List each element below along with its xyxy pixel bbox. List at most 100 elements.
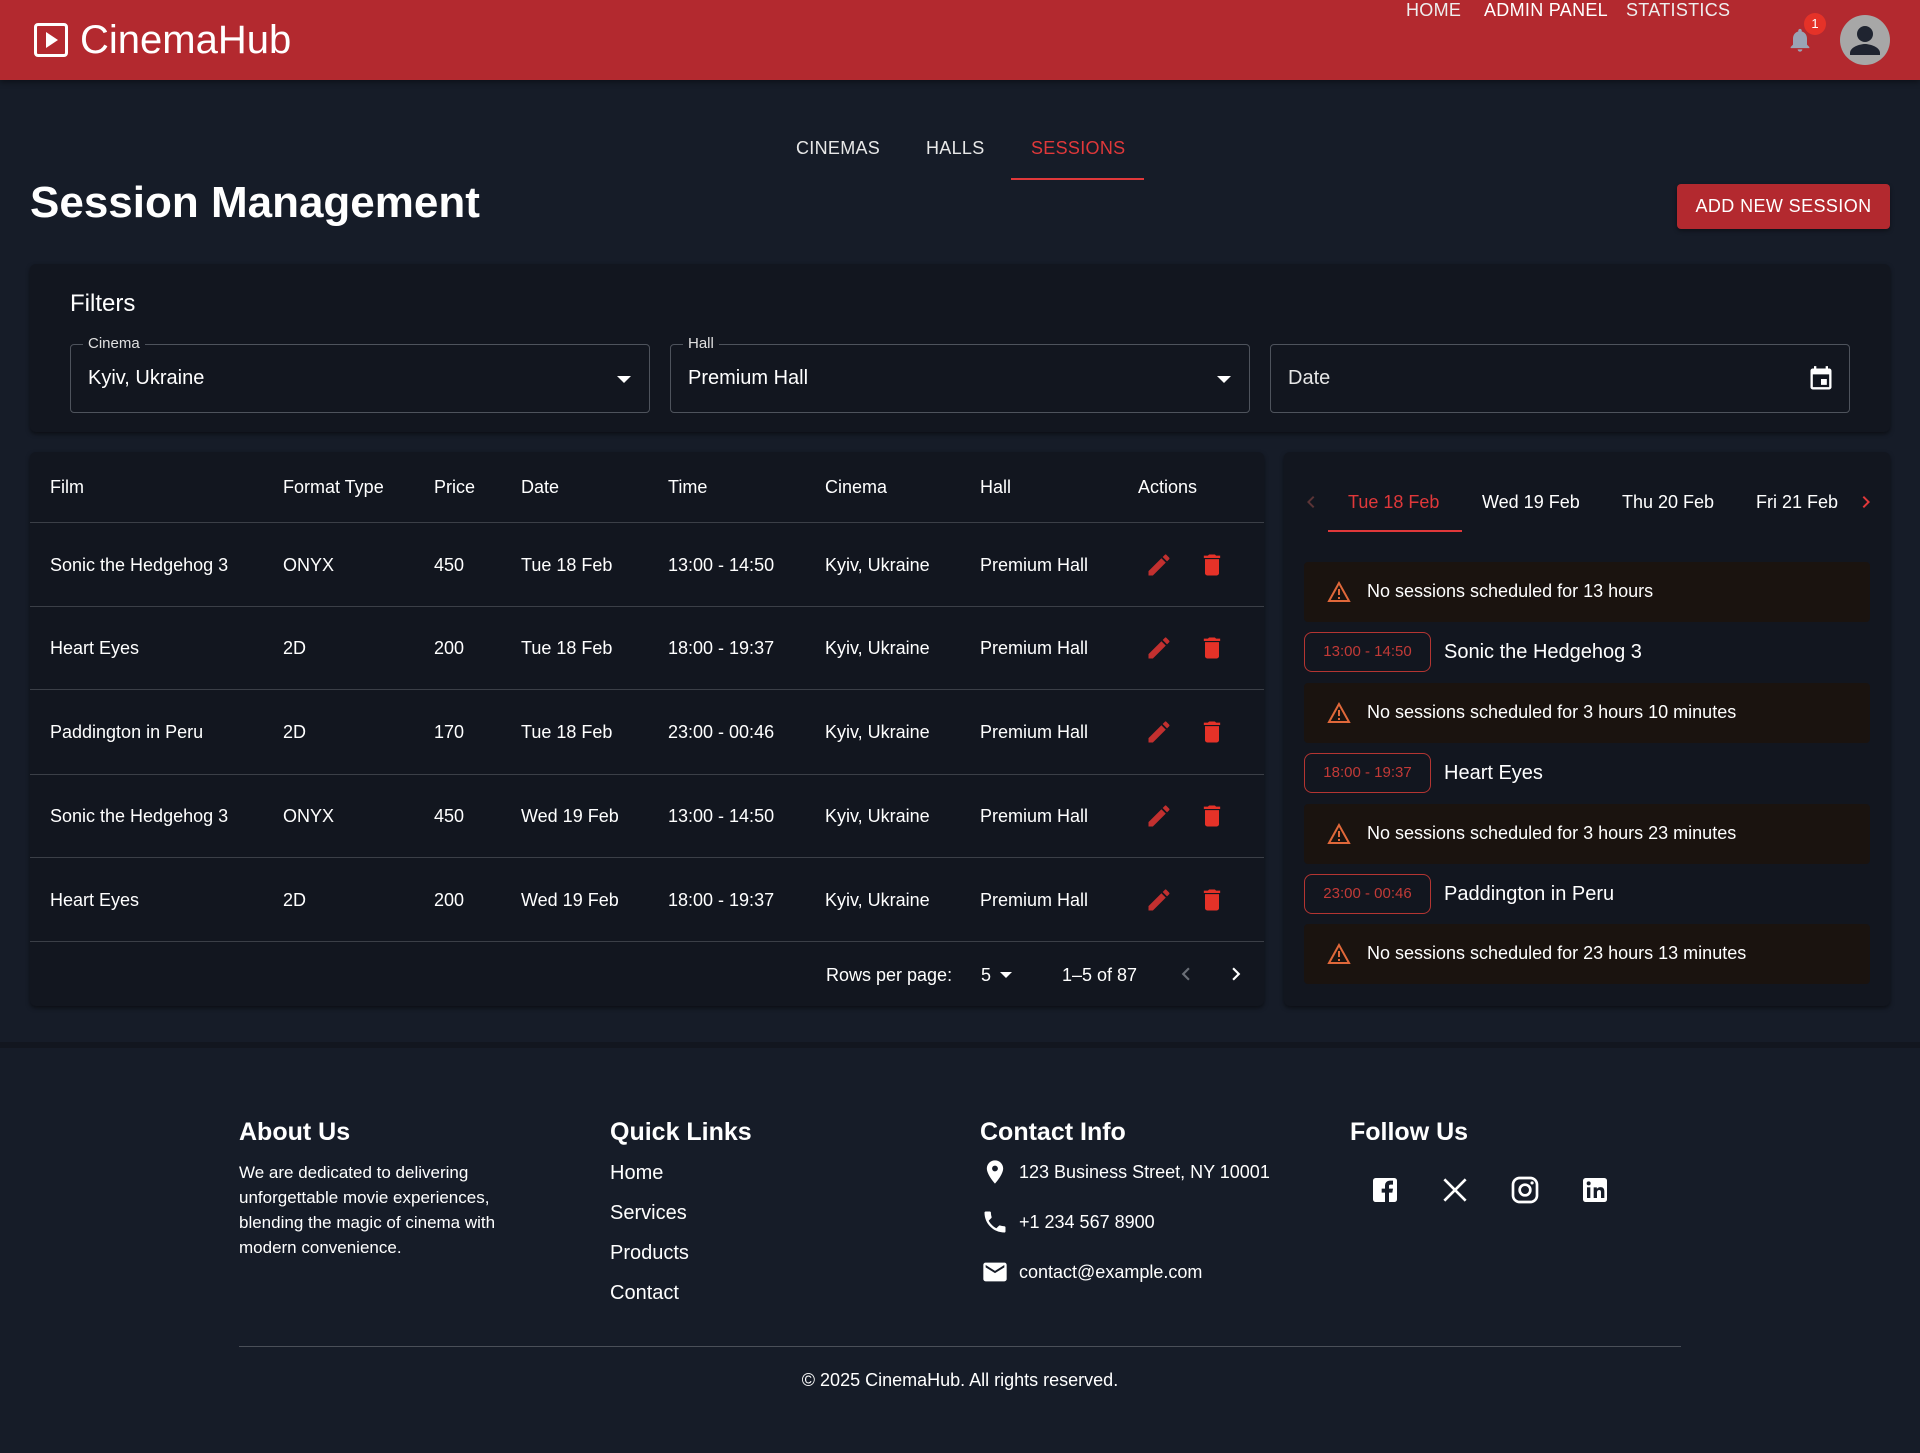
column-header-price[interactable]: Price bbox=[434, 477, 475, 498]
filters-title: Filters bbox=[70, 290, 136, 317]
session-time-chip: 13:00 - 14:50 bbox=[1304, 632, 1431, 672]
gap-warning-text: No sessions scheduled for 3 hours 10 min… bbox=[1367, 702, 1737, 722]
rows-per-page-value: 5 bbox=[981, 965, 992, 985]
footer-link-home[interactable]: Home bbox=[610, 1162, 663, 1185]
footer-divider bbox=[239, 1346, 1681, 1347]
cell-time: 13:00 - 14:50 bbox=[668, 555, 775, 575]
day-tab[interactable]: Fri 21 Feb bbox=[1756, 492, 1838, 513]
nav-home[interactable]: HOME bbox=[1406, 0, 1461, 21]
nav-admin-panel[interactable]: ADMIN PANEL bbox=[1484, 0, 1608, 21]
warning-icon bbox=[1327, 822, 1351, 844]
column-header-hall[interactable]: Hall bbox=[980, 477, 1011, 498]
edit-icon[interactable] bbox=[1145, 886, 1173, 914]
day-tab[interactable]: Thu 20 Feb bbox=[1622, 492, 1714, 513]
person-icon bbox=[1850, 26, 1880, 55]
delete-icon[interactable] bbox=[1198, 802, 1226, 830]
delete-icon[interactable] bbox=[1198, 551, 1226, 579]
column-header-date[interactable]: Date bbox=[521, 477, 559, 498]
footer-about-text: We are dedicated to delivering unforgett… bbox=[239, 1163, 496, 1257]
footer-link-services[interactable]: Services bbox=[610, 1202, 687, 1225]
cell-time: 18:00 - 19:37 bbox=[668, 638, 775, 658]
divider bbox=[30, 857, 1264, 858]
tab-sessions[interactable]: SESSIONS bbox=[1031, 138, 1125, 159]
cell-film: Sonic the Hedgehog 3 bbox=[50, 555, 229, 575]
instagram-icon[interactable] bbox=[1509, 1174, 1541, 1206]
divider bbox=[30, 606, 1264, 607]
daily-schedule: Tue 18 Feb Wed 19 Feb Thu 20 Feb Fri 21 … bbox=[1284, 452, 1890, 1006]
cell-format: 2D bbox=[283, 722, 307, 742]
hall-select[interactable]: Hall Premium Hall bbox=[670, 335, 1250, 413]
column-header-cinema[interactable]: Cinema bbox=[825, 477, 887, 498]
cell-hall: Premium Hall bbox=[980, 722, 1089, 742]
footer-email[interactable]: contact@example.com bbox=[1019, 1262, 1202, 1283]
footer-phone[interactable]: +1 234 567 8900 bbox=[1019, 1212, 1155, 1233]
cell-date: Tue 18 Feb bbox=[521, 722, 613, 742]
cell-format: 2D bbox=[283, 638, 307, 658]
cell-hall: Premium Hall bbox=[980, 638, 1089, 658]
chevron-left-icon[interactable] bbox=[1299, 490, 1323, 514]
edit-icon[interactable] bbox=[1145, 551, 1173, 579]
chevron-right-icon[interactable] bbox=[1223, 961, 1249, 987]
footer-link-contact[interactable]: Contact bbox=[610, 1282, 679, 1305]
calendar-icon[interactable] bbox=[1807, 365, 1835, 393]
edit-icon[interactable] bbox=[1145, 634, 1173, 662]
hall-select-label: Hall bbox=[683, 335, 719, 352]
column-header-time[interactable]: Time bbox=[668, 477, 707, 498]
filters-panel: Filters Cinema Kyiv, Ukraine Hall Premiu… bbox=[30, 264, 1890, 432]
chevron-right-icon[interactable] bbox=[1854, 490, 1878, 514]
nav-statistics[interactable]: STATISTICS bbox=[1626, 0, 1730, 21]
cell-cinema: Kyiv, Ukraine bbox=[825, 722, 930, 742]
cinema-select-label: Cinema bbox=[83, 335, 145, 352]
brand[interactable]: CinemaHub bbox=[34, 18, 291, 62]
play-icon bbox=[34, 23, 68, 57]
gap-warning-text: No sessions scheduled for 13 hours bbox=[1367, 581, 1654, 601]
session-film: Paddington in Peru bbox=[1444, 883, 1615, 905]
cell-cinema: Kyiv, Ukraine bbox=[825, 806, 930, 826]
footer-address: 123 Business Street, NY 10001 bbox=[1019, 1162, 1270, 1182]
gap-warning: No sessions scheduled for 23 hours 13 mi… bbox=[1304, 924, 1870, 984]
cell-cinema: Kyiv, Ukraine bbox=[825, 890, 930, 910]
date-field-placeholder: Date bbox=[1288, 367, 1331, 389]
chevron-left-icon[interactable] bbox=[1173, 961, 1199, 987]
day-tab[interactable]: Wed 19 Feb bbox=[1482, 492, 1580, 513]
footer-link-products[interactable]: Products bbox=[610, 1242, 689, 1265]
footer-follow-title: Follow Us bbox=[1350, 1118, 1469, 1146]
date-field[interactable]: Date bbox=[1270, 344, 1850, 413]
delete-icon[interactable] bbox=[1198, 718, 1226, 746]
warning-icon bbox=[1327, 701, 1351, 723]
edit-icon[interactable] bbox=[1145, 802, 1173, 830]
chevron-down-icon bbox=[1000, 972, 1012, 978]
cell-date: Tue 18 Feb bbox=[521, 638, 613, 658]
facebook-icon[interactable] bbox=[1369, 1174, 1401, 1206]
sessions-table: Film Format Type Price Date Time Cinema … bbox=[30, 452, 1264, 1006]
delete-icon[interactable] bbox=[1198, 634, 1226, 662]
cell-date: Tue 18 Feb bbox=[521, 555, 613, 575]
add-new-session-button[interactable]: ADD NEW SESSION bbox=[1677, 184, 1890, 229]
cell-cinema: Kyiv, Ukraine bbox=[825, 638, 930, 658]
cell-price: 200 bbox=[434, 890, 465, 910]
gap-warning: No sessions scheduled for 3 hours 10 min… bbox=[1304, 683, 1870, 743]
cell-hall: Premium Hall bbox=[980, 806, 1089, 826]
footer-contact-title: Contact Info bbox=[980, 1118, 1126, 1146]
admin-tabs: CINEMAS HALLS SESSIONS bbox=[0, 138, 1920, 182]
chevron-down-icon bbox=[1217, 376, 1231, 383]
x-icon[interactable] bbox=[1439, 1174, 1471, 1206]
edit-icon[interactable] bbox=[1145, 718, 1173, 746]
cell-film: Heart Eyes bbox=[50, 638, 140, 658]
session-time-chip: 18:00 - 19:37 bbox=[1304, 753, 1431, 793]
warning-icon bbox=[1327, 580, 1351, 602]
cell-film: Sonic the Hedgehog 3 bbox=[50, 806, 229, 826]
day-tab[interactable]: Tue 18 Feb bbox=[1348, 492, 1439, 513]
column-header-format[interactable]: Format Type bbox=[283, 477, 384, 498]
cinema-select[interactable]: Cinema Kyiv, Ukraine bbox=[70, 335, 650, 413]
footer-links-title: Quick Links bbox=[610, 1118, 752, 1146]
avatar[interactable] bbox=[1840, 15, 1890, 65]
cell-time: 13:00 - 14:50 bbox=[668, 806, 775, 826]
cell-hall: Premium Hall bbox=[980, 890, 1089, 910]
tab-halls[interactable]: HALLS bbox=[926, 138, 985, 159]
linkedin-icon[interactable] bbox=[1579, 1174, 1611, 1206]
tab-cinemas[interactable]: CINEMAS bbox=[796, 138, 880, 159]
phone-icon bbox=[984, 1211, 1006, 1233]
column-header-film[interactable]: Film bbox=[50, 477, 84, 498]
delete-icon[interactable] bbox=[1198, 886, 1226, 914]
